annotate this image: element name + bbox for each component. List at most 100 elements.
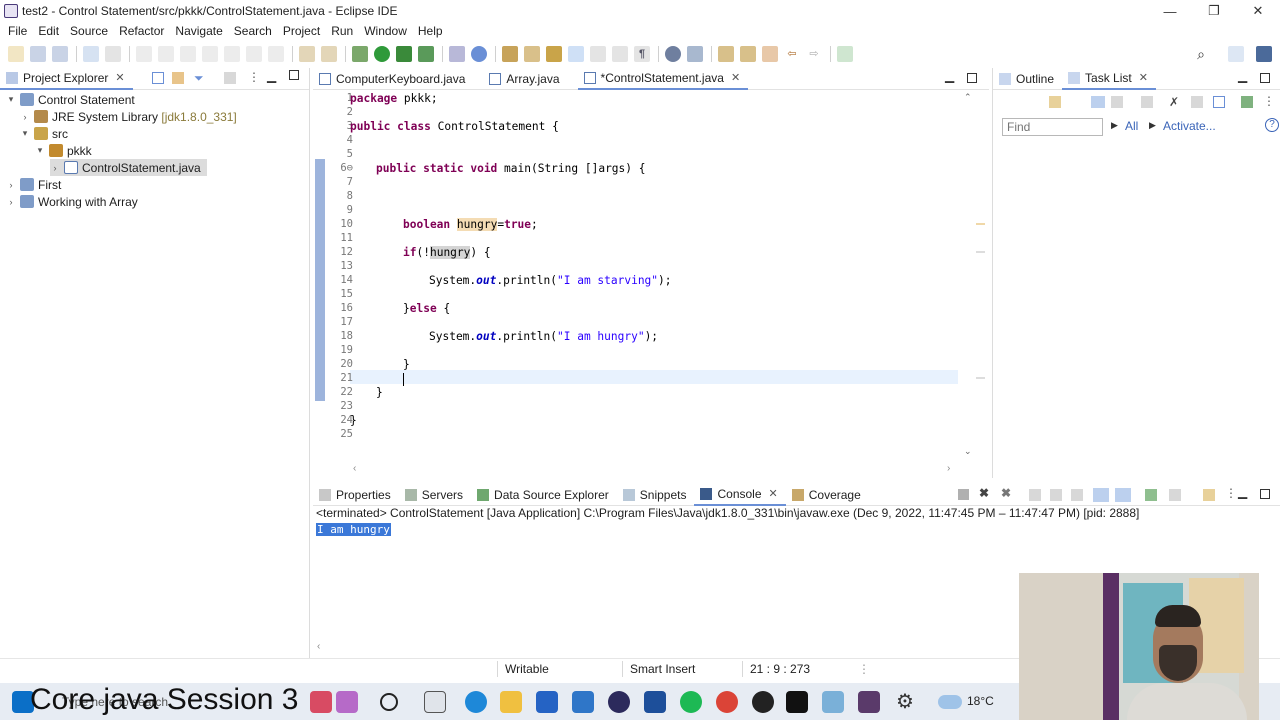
maximize-view-icon[interactable] [289,70,299,80]
scroll-lock-icon[interactable] [1050,489,1062,501]
chevron-right-icon[interactable]: › [20,112,30,122]
minimize-view-icon[interactable]: ▁ [1238,69,1247,83]
run-last-tool-icon[interactable] [418,46,434,62]
globe-icon[interactable] [665,46,681,62]
disconnect-icon[interactable] [202,46,218,62]
toggle-mark-occurrences-icon[interactable] [568,46,584,62]
search-in-files-icon[interactable] [687,46,703,62]
tab-properties[interactable]: Properties [313,484,399,506]
categorized-icon[interactable] [1091,96,1105,108]
filter-icon[interactable]: ⏷ [194,71,204,86]
new-task-icon[interactable] [1049,96,1061,108]
tree-item-controlstatement-java[interactable]: › ControlStatement.java [50,159,207,176]
terminate-icon[interactable] [180,46,196,62]
tree-item-control-statement[interactable]: ▾ Control Statement [6,91,135,108]
sync-icon[interactable] [1241,96,1253,108]
chevron-down-icon[interactable]: ▾ [6,94,16,105]
app-icon[interactable] [310,691,332,713]
help-icon[interactable]: ? [1265,118,1279,132]
tab-outline[interactable]: Outline [993,68,1062,90]
open-type-icon[interactable] [502,46,518,62]
save-icon[interactable] [30,46,46,62]
tree-item-first[interactable]: › First [6,176,62,193]
menu-source[interactable]: Source [70,22,115,40]
all-link[interactable]: All [1125,119,1138,133]
cortana-icon[interactable] [380,693,398,711]
pilcrow-icon[interactable]: ¶ [634,46,650,62]
coverage-icon[interactable] [396,46,412,62]
last-edit-location-icon[interactable] [762,46,778,62]
chevron-right-icon[interactable]: › [50,163,60,173]
tree-item-jre-library[interactable]: › JRE System Library [jdk1.8.0_331] [20,108,237,125]
expand-icon[interactable] [1191,96,1203,108]
collapse-all-icon[interactable] [152,72,164,84]
pin-editor-icon[interactable] [837,46,853,62]
word-wrap-icon[interactable] [1071,489,1083,501]
remove-all-icon[interactable]: ✖ [1001,486,1011,500]
focus-task-icon[interactable] [224,72,236,84]
chrome-icon[interactable] [716,691,738,713]
tab-computerkeyboard-java[interactable]: ComputerKeyboard.java [313,68,473,90]
maximize-view-icon[interactable] [967,73,977,83]
scroll-left-icon[interactable]: ‹ [317,641,320,652]
open-console-icon[interactable] [1203,489,1215,501]
link-editor-icon[interactable] [172,72,184,84]
use-step-filters-icon[interactable] [299,46,315,62]
weather-temperature[interactable]: 18°C [967,694,994,708]
minimize-view-icon[interactable]: ▁ [267,69,276,83]
search-icon[interactable]: ⌕ [1193,46,1209,62]
chevron-right-icon[interactable]: › [6,197,16,207]
minimize-view-icon[interactable]: ▁ [1238,485,1247,499]
new-server-icon[interactable] [449,46,465,62]
pin-console-icon[interactable] [1145,489,1157,501]
scroll-left-icon[interactable]: ‹ [353,463,356,474]
view-menu-icon[interactable]: ⋮ [248,70,260,84]
notepad-icon[interactable] [822,691,844,713]
run-icon[interactable] [374,46,390,62]
occurrence-marker[interactable] [976,377,985,379]
menu-project[interactable]: Project [283,22,327,40]
close-icon[interactable]: ✕ [115,71,124,84]
tab-snippets[interactable]: Snippets [617,484,695,506]
external-tools-icon[interactable] [321,46,337,62]
view-menu-icon[interactable]: ⋮ [1263,94,1275,108]
app-icon[interactable] [336,691,358,713]
terminal-icon[interactable] [83,46,99,62]
task-find-input[interactable] [1002,118,1103,136]
clear-console-icon[interactable] [1029,489,1041,501]
skip-breakpoints-icon[interactable] [105,46,121,62]
close-icon[interactable]: ✕ [769,487,778,500]
file-explorer-icon[interactable] [500,691,522,713]
previous-annotation-icon[interactable] [740,46,756,62]
terminal-icon[interactable] [786,691,808,713]
open-perspective-icon[interactable] [1228,46,1244,62]
focus-icon[interactable] [1213,96,1225,108]
close-icon[interactable]: ✕ [731,71,740,84]
show-whitespace-icon[interactable] [612,46,628,62]
app-icon[interactable] [858,691,880,713]
show-stderr-icon[interactable] [1115,488,1131,502]
collapse-icon[interactable]: ✗ [1169,95,1179,109]
new-java-project-icon[interactable] [471,46,487,62]
tab-project-explorer[interactable]: Project Explorer ✕ [0,67,133,90]
menu-navigate[interactable]: Navigate [175,22,229,40]
save-all-icon[interactable] [52,46,68,62]
chevron-down-icon[interactable]: ▾ [20,128,30,139]
open-task-icon[interactable] [524,46,540,62]
scroll-right-icon[interactable]: › [947,463,950,474]
mail-icon[interactable] [572,691,594,713]
activate-link[interactable]: Activate... [1163,119,1216,133]
tree-item-pkkk[interactable]: ▾ pkkk [35,142,92,159]
tab-console[interactable]: Console ✕ [694,483,786,506]
tab-data-source-explorer[interactable]: Data Source Explorer [471,484,617,506]
insert-mode-status[interactable]: Smart Insert [630,662,695,676]
terminate-icon[interactable] [958,489,969,500]
occurrence-marker[interactable] [976,251,985,253]
resume-icon[interactable] [136,46,152,62]
menu-window[interactable]: Window [364,22,414,40]
step-into-icon[interactable] [224,46,240,62]
remove-launch-icon[interactable]: ✖ [979,486,989,500]
back-arrow-icon[interactable]: ⇦ [784,46,800,62]
settings-icon[interactable]: ⚙ [894,691,916,713]
maximize-view-icon[interactable] [1260,489,1270,499]
